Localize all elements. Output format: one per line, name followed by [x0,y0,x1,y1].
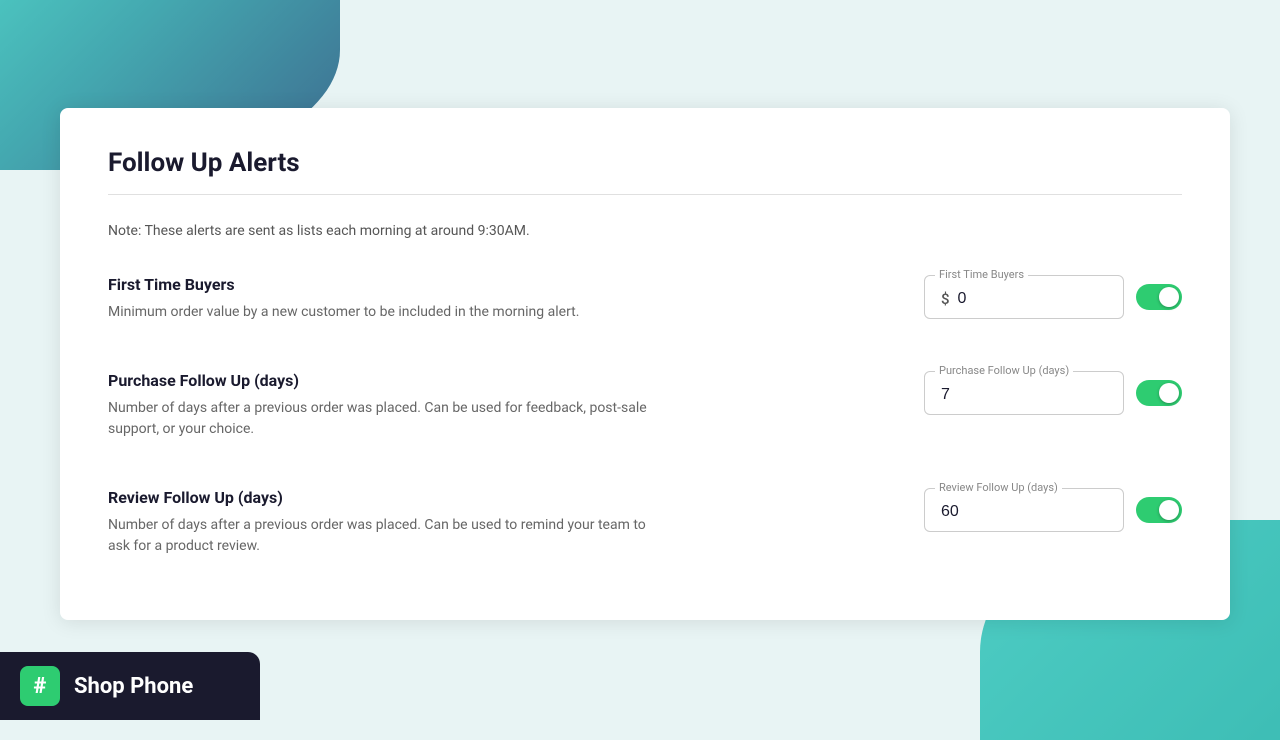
input-fieldset-first-time-buyers: First Time Buyers$ [924,275,1124,319]
toggle-track-purchase-follow-up [1136,380,1182,406]
page-title: Follow Up Alerts [108,148,1182,178]
toggle-thumb-purchase-follow-up [1159,383,1179,403]
alert-title-first-time-buyers: First Time Buyers [108,275,579,294]
input-row-first-time-buyers: $ [941,290,1107,308]
alert-control-review-follow-up: Review Follow Up (days) [924,488,1182,532]
alert-description-review-follow-up: Review Follow Up (days) Number of days af… [108,488,668,557]
input-field-review-follow-up[interactable] [941,503,1107,521]
main-card: Follow Up Alerts Note: These alerts are … [60,108,1230,620]
alerts-container: First Time Buyers Minimum order value by … [108,275,1182,557]
alert-control-first-time-buyers: First Time Buyers$ [924,275,1182,319]
alert-subtitle-first-time-buyers: Minimum order value by a new customer to… [108,302,579,323]
input-field-purchase-follow-up[interactable] [941,386,1107,404]
title-divider [108,194,1182,195]
alert-row-review-follow-up: Review Follow Up (days) Number of days af… [108,488,1182,557]
input-fieldset-purchase-follow-up: Purchase Follow Up (days) [924,371,1124,415]
alert-title-review-follow-up: Review Follow Up (days) [108,488,668,507]
input-field-first-time-buyers[interactable] [958,290,1107,308]
alert-description-purchase-follow-up: Purchase Follow Up (days) Number of days … [108,371,668,440]
note-text: Note: These alerts are sent as lists eac… [108,223,1182,239]
toggle-track-review-follow-up [1136,497,1182,523]
brand-icon: # [20,666,60,706]
toggle-purchase-follow-up[interactable] [1136,380,1182,406]
input-prefix-first-time-buyers: $ [941,290,950,308]
input-fieldset-review-follow-up: Review Follow Up (days) [924,488,1124,532]
input-legend-purchase-follow-up: Purchase Follow Up (days) [935,364,1073,377]
input-row-purchase-follow-up [941,386,1107,404]
alert-description-first-time-buyers: First Time Buyers Minimum order value by … [108,275,579,323]
input-legend-review-follow-up: Review Follow Up (days) [935,481,1062,494]
toggle-thumb-first-time-buyers [1159,287,1179,307]
alert-title-purchase-follow-up: Purchase Follow Up (days) [108,371,668,390]
alert-row-first-time-buyers: First Time Buyers Minimum order value by … [108,275,1182,323]
toggle-first-time-buyers[interactable] [1136,284,1182,310]
alert-subtitle-review-follow-up: Number of days after a previous order wa… [108,515,668,557]
alert-row-purchase-follow-up: Purchase Follow Up (days) Number of days … [108,371,1182,440]
input-row-review-follow-up [941,503,1107,521]
alert-control-purchase-follow-up: Purchase Follow Up (days) [924,371,1182,415]
toggle-review-follow-up[interactable] [1136,497,1182,523]
branding-bar: # Shop Phone [0,652,260,720]
toggle-thumb-review-follow-up [1159,500,1179,520]
alert-subtitle-purchase-follow-up: Number of days after a previous order wa… [108,398,668,440]
toggle-track-first-time-buyers [1136,284,1182,310]
brand-name: Shop Phone [74,674,193,699]
input-legend-first-time-buyers: First Time Buyers [935,268,1028,281]
